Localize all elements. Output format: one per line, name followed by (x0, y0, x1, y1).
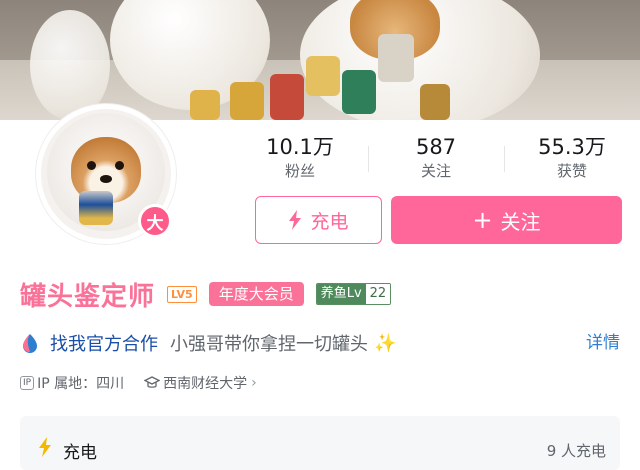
stat-value: 55.3万 (538, 135, 606, 159)
level-badge: LV5 (167, 285, 197, 303)
ip-location: IP 属地：四川 (37, 376, 125, 392)
stat-label: 关注 (420, 162, 451, 180)
banner-can (420, 84, 450, 120)
ip-icon: IP (20, 376, 35, 390)
avatar-eye (87, 161, 96, 170)
cooperation-icon (23, 334, 37, 353)
stat-value: 10.1万 (266, 135, 334, 159)
fan-medal-name: 养鱼Lv (316, 284, 366, 304)
charge-button[interactable]: 充电 (255, 196, 382, 244)
graduation-cap-icon (144, 376, 161, 388)
school-link[interactable]: 西南财经大学 › (144, 373, 257, 393)
avatar-container[interactable]: 大 (36, 104, 176, 244)
charge-panel-title: 充电 (63, 443, 97, 463)
stat-following[interactable]: 587 关注 (368, 134, 504, 184)
stat-label: 粉丝 (284, 162, 315, 180)
avatar-eye (115, 161, 124, 170)
big-member-badge: 大 (138, 204, 172, 238)
lightning-icon (289, 210, 302, 230)
banner-can (190, 90, 220, 120)
banner-can (342, 70, 376, 114)
banner-can (378, 34, 414, 82)
follow-button[interactable]: + 关注 (391, 196, 622, 244)
chevron-right-icon: › (251, 375, 257, 391)
fan-medal-level: 22 (365, 284, 391, 304)
signature-text: 小强哥带你拿捏一切罐头 (170, 334, 368, 355)
follow-button-label: 关注 (500, 209, 541, 234)
cooperation-row: 找我官方合作 小强哥带你拿捏一切罐头 ✨ 详情 (20, 328, 620, 358)
banner-can (306, 56, 340, 96)
banner-can (270, 74, 304, 120)
stat-value: 587 (415, 135, 457, 159)
profile-stats: 10.1万 粉丝 587 关注 55.3万 获赞 (232, 134, 640, 184)
charge-count: 9 人充电 (546, 442, 606, 460)
stat-likes[interactable]: 55.3万 获赞 (504, 134, 640, 184)
lightning-icon (39, 437, 51, 457)
charge-panel[interactable]: 充电 9 人充电 (20, 416, 620, 470)
vip-badge[interactable]: 年度大会员 (208, 282, 304, 306)
fan-medal[interactable]: 养鱼Lv 22 (315, 283, 392, 305)
sparkle-icon: ✨ (374, 332, 397, 354)
plus-icon: + (472, 206, 493, 234)
username: 罐头鉴定师 (20, 281, 156, 312)
meta-row: IP IP 属地：四川 西南财经大学 › (20, 372, 257, 394)
banner-can (230, 82, 264, 120)
school-name: 西南财经大学 (163, 376, 248, 392)
name-row: 罐头鉴定师 LV5 年度大会员 养鱼Lv 22 (20, 276, 392, 312)
cooperation-link[interactable]: 找我官方合作 (50, 330, 158, 356)
profile-banner (0, 0, 640, 120)
detail-link[interactable]: 详情 (586, 328, 620, 353)
avatar-can (79, 191, 113, 225)
charge-button-label: 充电 (310, 210, 349, 233)
avatar-nose (100, 175, 112, 183)
stat-followers[interactable]: 10.1万 粉丝 (232, 134, 368, 184)
stat-label: 获赞 (556, 162, 587, 180)
